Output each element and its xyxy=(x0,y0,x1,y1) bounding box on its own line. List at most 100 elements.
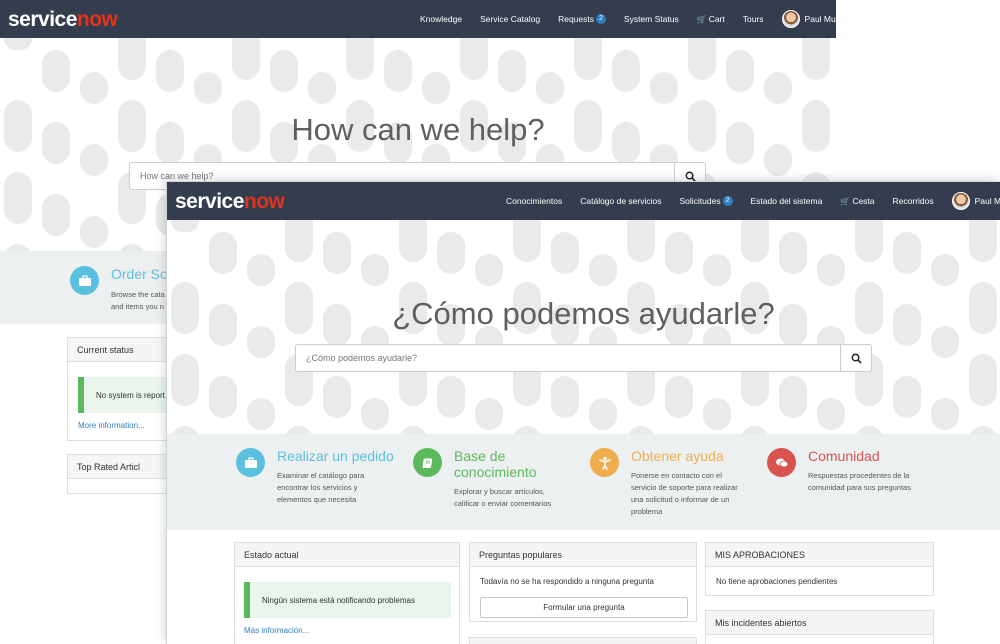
pattern-pill xyxy=(764,72,792,104)
nav-knowledge[interactable]: Knowledge xyxy=(420,14,462,24)
no-approvals-text: No tiene aprobaciones pendientes xyxy=(716,577,838,586)
pattern-pill xyxy=(4,172,32,224)
servicenow-logo[interactable]: servicenow xyxy=(175,190,285,214)
nav-tours[interactable]: Recorridos xyxy=(893,196,934,206)
status-alert: Ningún sistema está notificando problema… xyxy=(244,582,451,618)
cart-icon: 🛒 xyxy=(696,14,707,24)
pattern-pill xyxy=(513,426,541,434)
pattern-pill xyxy=(893,232,921,274)
feature-desc-line: servicio de soporte para realizar xyxy=(631,483,738,492)
pattern-pill xyxy=(270,50,298,92)
feature-get-help[interactable]: Obtener ayuda Ponerse en contacto con el… xyxy=(590,448,765,528)
portal-spanish-window: ¿Cómo podemos ayudarle? Realizar un pedi… xyxy=(166,181,1000,644)
pattern-pill xyxy=(460,38,488,80)
pattern-pill xyxy=(589,398,617,430)
pattern-pill xyxy=(4,244,32,251)
pattern-pill xyxy=(422,72,450,104)
pattern-pill xyxy=(855,426,883,434)
pattern-pill xyxy=(171,354,199,406)
nav-requests[interactable]: Solicitudes 2 xyxy=(680,196,733,206)
pattern-pill xyxy=(536,72,564,104)
next-panel xyxy=(469,637,697,644)
pattern-pill xyxy=(703,398,731,430)
top-navigation-bar: servicenow Knowledge Service Catalog Req… xyxy=(0,0,836,38)
pattern-pill xyxy=(156,50,184,92)
pattern-pill xyxy=(42,194,70,236)
avatar xyxy=(781,10,800,28)
nav-system-status[interactable]: Estado del sistema xyxy=(751,196,823,206)
feature-desc-line: Ponerse en contacto con el xyxy=(631,471,722,480)
feature-knowledge[interactable]: Base de conocimiento Explorar y buscar a… xyxy=(413,448,583,528)
pattern-pill xyxy=(931,254,959,286)
pattern-pill xyxy=(171,426,199,434)
pattern-pill xyxy=(741,220,769,262)
pattern-pill xyxy=(437,376,465,418)
ask-question-button[interactable]: Formular una pregunta xyxy=(480,597,688,618)
pattern-pill xyxy=(627,220,655,262)
search-icon xyxy=(851,353,862,364)
pattern-pill xyxy=(285,220,313,262)
pattern-pill xyxy=(969,354,997,406)
pattern-pill xyxy=(346,38,374,80)
nav-cart[interactable]: 🛒 Cesta xyxy=(840,196,874,206)
feature-title: Obtener ayuda xyxy=(631,448,724,464)
nav-cart[interactable]: 🛒 Cart xyxy=(697,14,725,24)
feature-desc-line: calificar o enviar comentarios xyxy=(454,499,552,508)
user-menu[interactable]: Paul Murphy xyxy=(951,192,1000,210)
more-info-link[interactable]: More information... xyxy=(78,421,145,430)
pattern-pill xyxy=(399,220,427,262)
pattern-pill xyxy=(232,38,260,80)
pattern-pill xyxy=(247,254,275,286)
search-input[interactable] xyxy=(296,345,840,371)
feature-desc-line: comunidad para sus preguntas xyxy=(808,483,911,492)
pattern-pill xyxy=(969,426,997,434)
nav-system-status[interactable]: System Status xyxy=(624,14,679,24)
nav-knowledge[interactable]: Conocimientos xyxy=(506,196,562,206)
feature-desc-line: Browse the cata xyxy=(111,290,165,299)
pattern-pill xyxy=(323,376,351,418)
pattern-pill xyxy=(688,38,716,80)
requests-count-badge: 2 xyxy=(722,196,733,206)
feature-desc-line: encontrar los servicios y xyxy=(277,483,358,492)
pattern-pill xyxy=(574,38,602,80)
pattern-pill xyxy=(361,254,389,286)
nav-tours[interactable]: Tours xyxy=(743,14,764,24)
pattern-pill xyxy=(612,50,640,92)
cart-icon: 🛒 xyxy=(840,196,851,206)
briefcase-icon xyxy=(70,266,99,295)
servicenow-logo[interactable]: servicenow xyxy=(8,8,118,32)
pattern-pill xyxy=(475,398,503,430)
nav-requests[interactable]: Requests 2 xyxy=(558,14,606,24)
user-menu[interactable]: Paul Murphy xyxy=(781,10,836,28)
pattern-pill xyxy=(118,38,146,80)
pattern-pill xyxy=(931,398,959,430)
pattern-pill xyxy=(551,376,579,418)
feature-desc-line: Explorar y buscar artículos, xyxy=(454,487,545,496)
nav-service-catalog[interactable]: Service Catalog xyxy=(480,14,540,24)
pattern-pill xyxy=(323,232,351,274)
search-button[interactable] xyxy=(840,345,871,371)
pattern-pill xyxy=(802,38,830,80)
more-info-link[interactable]: Más información... xyxy=(244,626,309,635)
panel-title: MIS APROBACIONES xyxy=(706,543,933,567)
main-nav: Knowledge Service Catalog Requests 2 Syst… xyxy=(420,0,836,38)
pattern-pill xyxy=(285,426,313,434)
pattern-pill xyxy=(551,232,579,274)
pattern-pill xyxy=(498,50,526,92)
pattern-pill xyxy=(399,426,427,434)
pattern-pill xyxy=(703,254,731,286)
pattern-pill xyxy=(194,72,222,104)
briefcase-icon xyxy=(236,448,265,477)
pattern-pill xyxy=(779,232,807,274)
pattern-pill xyxy=(308,72,336,104)
pattern-pill xyxy=(741,426,769,434)
feature-order[interactable]: Realizar un pedido Examinar el catálogo … xyxy=(236,448,406,518)
hero-title: How can we help? xyxy=(291,112,545,147)
feature-community[interactable]: Comunidad Respuestas procedentes de la c… xyxy=(767,448,947,508)
pattern-pill xyxy=(589,254,617,286)
pattern-pill xyxy=(247,398,275,430)
nav-service-catalog[interactable]: Catálogo de servicios xyxy=(580,196,661,206)
search-bar xyxy=(295,344,872,372)
book-icon xyxy=(413,448,442,477)
pattern-pill xyxy=(817,254,845,286)
